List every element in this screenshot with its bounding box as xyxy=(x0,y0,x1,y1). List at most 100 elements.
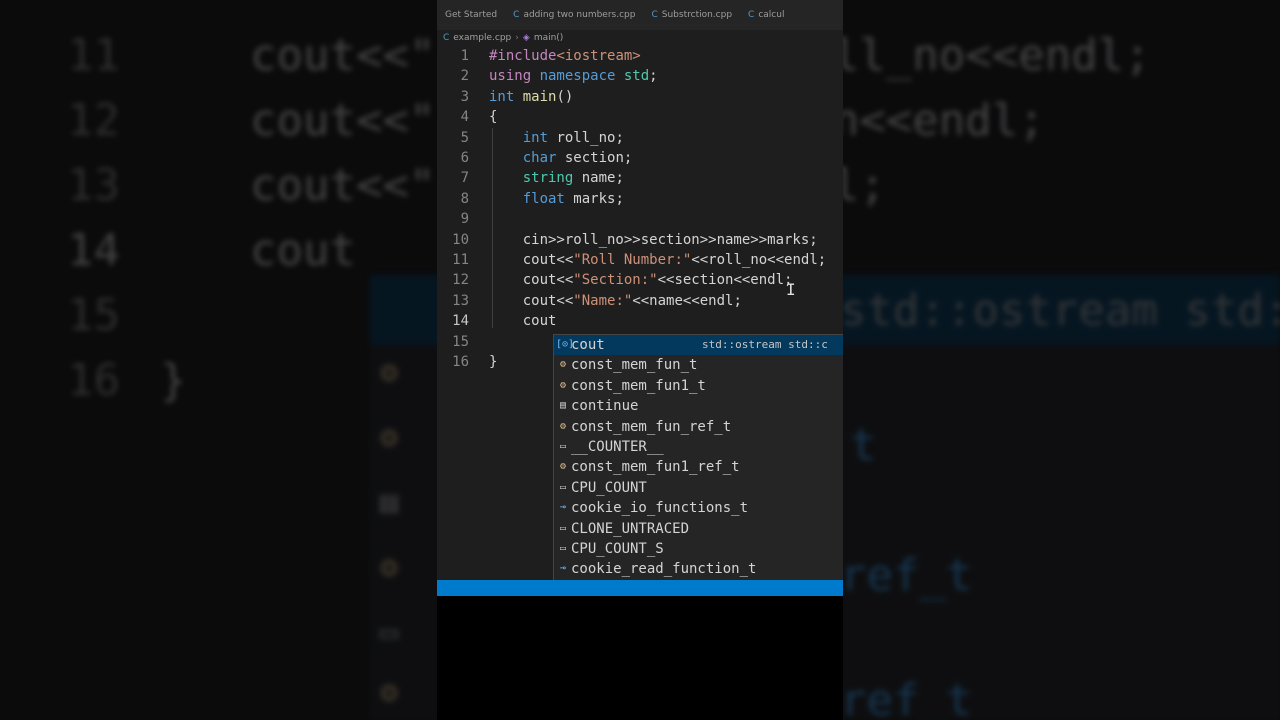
line-text: char section; xyxy=(522,150,633,166)
code-line[interactable]: 8 float marks; xyxy=(437,189,843,209)
code-line[interactable]: 3 int main() xyxy=(437,87,843,107)
line-number: 14 xyxy=(452,313,469,330)
cpp-file-icon: C xyxy=(513,10,520,20)
suggest-label: const_mem_fun_ref_t xyxy=(571,418,732,435)
suggest-item[interactable]: ▭ CPU_COUNT_S xyxy=(554,539,843,559)
tab-substrction[interactable]: C Substrction.cpp xyxy=(643,0,740,30)
code-line[interactable]: 5 int roll_no; xyxy=(437,128,843,148)
code-line[interactable]: 14 cout xyxy=(437,311,843,331)
tab-label: adding two numbers.cpp xyxy=(523,10,636,20)
code-line[interactable]: 7 string name; xyxy=(437,168,843,188)
suggest-item[interactable]: ▤ continue xyxy=(554,396,843,416)
class-icon: ⚙ xyxy=(559,359,567,371)
suggest-label: CPU_COUNT_S xyxy=(571,541,664,557)
line-number: 13 xyxy=(452,292,469,309)
suggest-detail: std::ostream std::c xyxy=(702,338,828,351)
code-line[interactable]: 1 #include<iostream> xyxy=(437,46,843,66)
tab-bar: Get Started C adding two numbers.cpp C S… xyxy=(437,0,843,30)
line-number: 5 xyxy=(460,129,469,146)
line-number: 8 xyxy=(460,190,469,207)
line-text: cin>>roll_no>>section>>name>>marks; xyxy=(489,231,818,248)
line-text: } xyxy=(489,354,498,370)
tab-label: Substrction.cpp xyxy=(661,10,733,20)
tab-adding-two-numbers[interactable]: C adding two numbers.cpp xyxy=(505,0,643,30)
code-line[interactable]: 11 cout<<"Roll Number:"<<roll_no<<endl; xyxy=(437,250,843,270)
code-line[interactable]: 4{ xyxy=(437,107,843,127)
line-text: { xyxy=(489,109,498,126)
tab-label: calcul xyxy=(758,10,785,20)
code-line[interactable]: 12 cout<<"Section:"<<section<<endl; xyxy=(437,270,843,290)
cpp-file-icon: C xyxy=(748,10,755,20)
suggest-widget[interactable]: [⊙] cout std::ostream std::c ⚙ const_mem_fun… xyxy=(553,334,843,584)
code-line[interactable]: 13 cout<<"Name:"<<name<<endl; xyxy=(437,291,843,311)
line-number: 7 xyxy=(460,170,469,187)
line-text: cout<<"Roll Number:"<<roll_no<<endl; xyxy=(489,252,827,268)
mouse-ibeam-icon: I xyxy=(786,280,796,299)
suggest-label: continue xyxy=(571,398,639,415)
line-number: 1 xyxy=(460,48,469,64)
code-editor-window: Get Started C adding two numbers.cpp C S… xyxy=(437,0,843,720)
suggest-item[interactable]: ▭ __COUNTER__ xyxy=(554,437,843,457)
suggest-item[interactable]: ⊸ cookie_read_function_t xyxy=(554,559,843,579)
line-number: 6 xyxy=(460,150,469,166)
suggest-label: CLONE_UNTRACED xyxy=(571,520,690,537)
bg-dim-right xyxy=(843,0,1280,720)
code-line[interactable]: 9 xyxy=(437,209,843,229)
line-number: 10 xyxy=(452,231,469,248)
keyword-icon: ▤ xyxy=(559,400,567,412)
cpp-file-icon: C xyxy=(443,33,450,43)
line-number: 3 xyxy=(460,88,469,105)
suggest-label: const_mem_fun_t xyxy=(571,357,698,374)
class-icon: ⚙ xyxy=(559,420,567,432)
typedef-icon: ⊸ xyxy=(559,502,567,514)
macro-icon: ▭ xyxy=(559,543,567,554)
line-number: 11 xyxy=(452,252,469,268)
suggest-item[interactable]: ▭ CPU_COUNT xyxy=(554,478,843,498)
line-text: cout<<"Name:"<<name<<endl; xyxy=(489,292,742,309)
suggest-label: cookie_io_functions_t xyxy=(571,500,749,517)
breadcrumb-file[interactable]: example.cpp xyxy=(453,33,511,43)
line-number: 16 xyxy=(452,354,469,370)
line-text: cout<<"Section:"<<section<<endl; xyxy=(489,272,793,289)
suggest-item-selected[interactable]: [⊙] cout std::ostream std::c xyxy=(554,335,843,355)
chevron-right-icon: › xyxy=(515,33,519,43)
line-number: 4 xyxy=(460,109,469,126)
line-number: 12 xyxy=(452,272,469,289)
line-text: #include<iostream> xyxy=(489,48,641,64)
code-line[interactable]: 6 char section; xyxy=(437,148,843,168)
class-icon: ⚙ xyxy=(559,379,567,391)
breadcrumb: C example.cpp › ◈ main() xyxy=(437,30,843,46)
suggest-item[interactable]: ⚙ const_mem_fun_ref_t xyxy=(554,417,843,437)
class-icon: ⚙ xyxy=(559,461,567,473)
breadcrumb-symbol[interactable]: main() xyxy=(534,33,564,43)
tab-calcul[interactable]: C calcul xyxy=(740,0,792,30)
line-number: 2 xyxy=(460,68,469,85)
suggest-label: cookie_read_function_t xyxy=(571,561,757,578)
suggest-item[interactable]: ⚙ const_mem_fun_t xyxy=(554,355,843,375)
tab-get-started[interactable]: Get Started xyxy=(437,0,505,30)
suggest-label: CPU_COUNT xyxy=(571,479,647,496)
suggest-item[interactable]: ⚙ const_mem_fun1_ref_t xyxy=(554,457,843,477)
line-number: 15 xyxy=(452,333,469,350)
suggest-label: const_mem_fun1_t xyxy=(571,377,706,394)
line-text: float marks; xyxy=(522,190,624,207)
suggest-item[interactable]: ⚙ const_mem_fun1_t xyxy=(554,376,843,396)
code-line[interactable]: 10 cin>>roll_no>>section>>name>>marks; xyxy=(437,230,843,250)
suggest-label: __COUNTER__ xyxy=(571,439,664,455)
status-bar xyxy=(437,580,843,596)
function-icon: ◈ xyxy=(522,33,530,43)
code-line[interactable]: 2 using namespace std; xyxy=(437,66,843,86)
line-text: int roll_no; xyxy=(522,129,624,146)
macro-icon: ▭ xyxy=(559,441,567,452)
variable-icon: [⊙] xyxy=(556,339,575,350)
suggest-item[interactable]: ▭ CLONE_UNTRACED xyxy=(554,519,843,539)
line-text: string name; xyxy=(522,170,624,187)
tab-label: Get Started xyxy=(445,10,498,20)
black-bar xyxy=(437,596,843,720)
suggest-label: cout xyxy=(571,337,605,353)
suggest-label: const_mem_fun1_ref_t xyxy=(571,459,740,476)
line-text: cout xyxy=(489,313,557,330)
suggest-item[interactable]: ⊸ cookie_io_functions_t xyxy=(554,498,843,518)
line-text: int main() xyxy=(489,88,574,105)
macro-icon: ▭ xyxy=(559,481,567,493)
